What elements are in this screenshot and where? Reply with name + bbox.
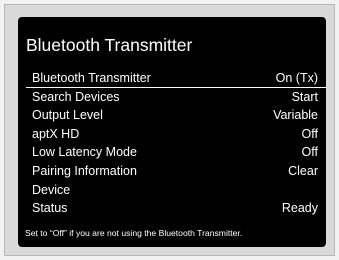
menu-item-output-level[interactable]: Output Level Variable [18,106,326,125]
menu-item-label: Pairing Information [32,163,137,178]
menu-item-label: Output Level [32,108,103,123]
menu-item-device[interactable]: Device [18,181,326,200]
menu-item-label: Bluetooth Transmitter [32,71,151,85]
menu-item-value: Variable [273,108,318,123]
menu-item-value: Ready [281,201,318,216]
menu-item-value: Clear [288,163,318,178]
menu-item-pairing-information[interactable]: Pairing Information Clear [18,162,326,181]
menu-item-label: Status [32,201,68,216]
menu-item-bluetooth-transmitter[interactable]: Bluetooth Transmitter On (Tx) [18,69,326,88]
menu-item-value: Off [301,145,318,160]
menu-item-value: Off [301,126,318,141]
menu-item-label: Search Devices [32,89,120,104]
settings-menu: Bluetooth Transmitter On (Tx) Search Dev… [18,69,326,218]
help-text: Set to “Off” if you are not using the Bl… [25,228,243,238]
menu-item-aptx-hd[interactable]: aptX HD Off [18,125,326,144]
menu-item-value: On (Tx) [275,71,318,85]
menu-item-search-devices[interactable]: Search Devices Start [18,88,326,107]
menu-item-low-latency-mode[interactable]: Low Latency Mode Off [18,143,326,162]
menu-item-label: Device [32,182,71,197]
menu-item-label: aptX HD [32,126,80,141]
screen-frame: Bluetooth Transmitter Bluetooth Transmit… [4,4,335,256]
menu-item-status[interactable]: Status Ready [18,199,326,218]
page-title: Bluetooth Transmitter [26,35,193,55]
menu-item-label: Low Latency Mode [32,145,137,160]
settings-panel: Bluetooth Transmitter Bluetooth Transmit… [18,17,326,247]
menu-item-value: Start [291,89,318,104]
